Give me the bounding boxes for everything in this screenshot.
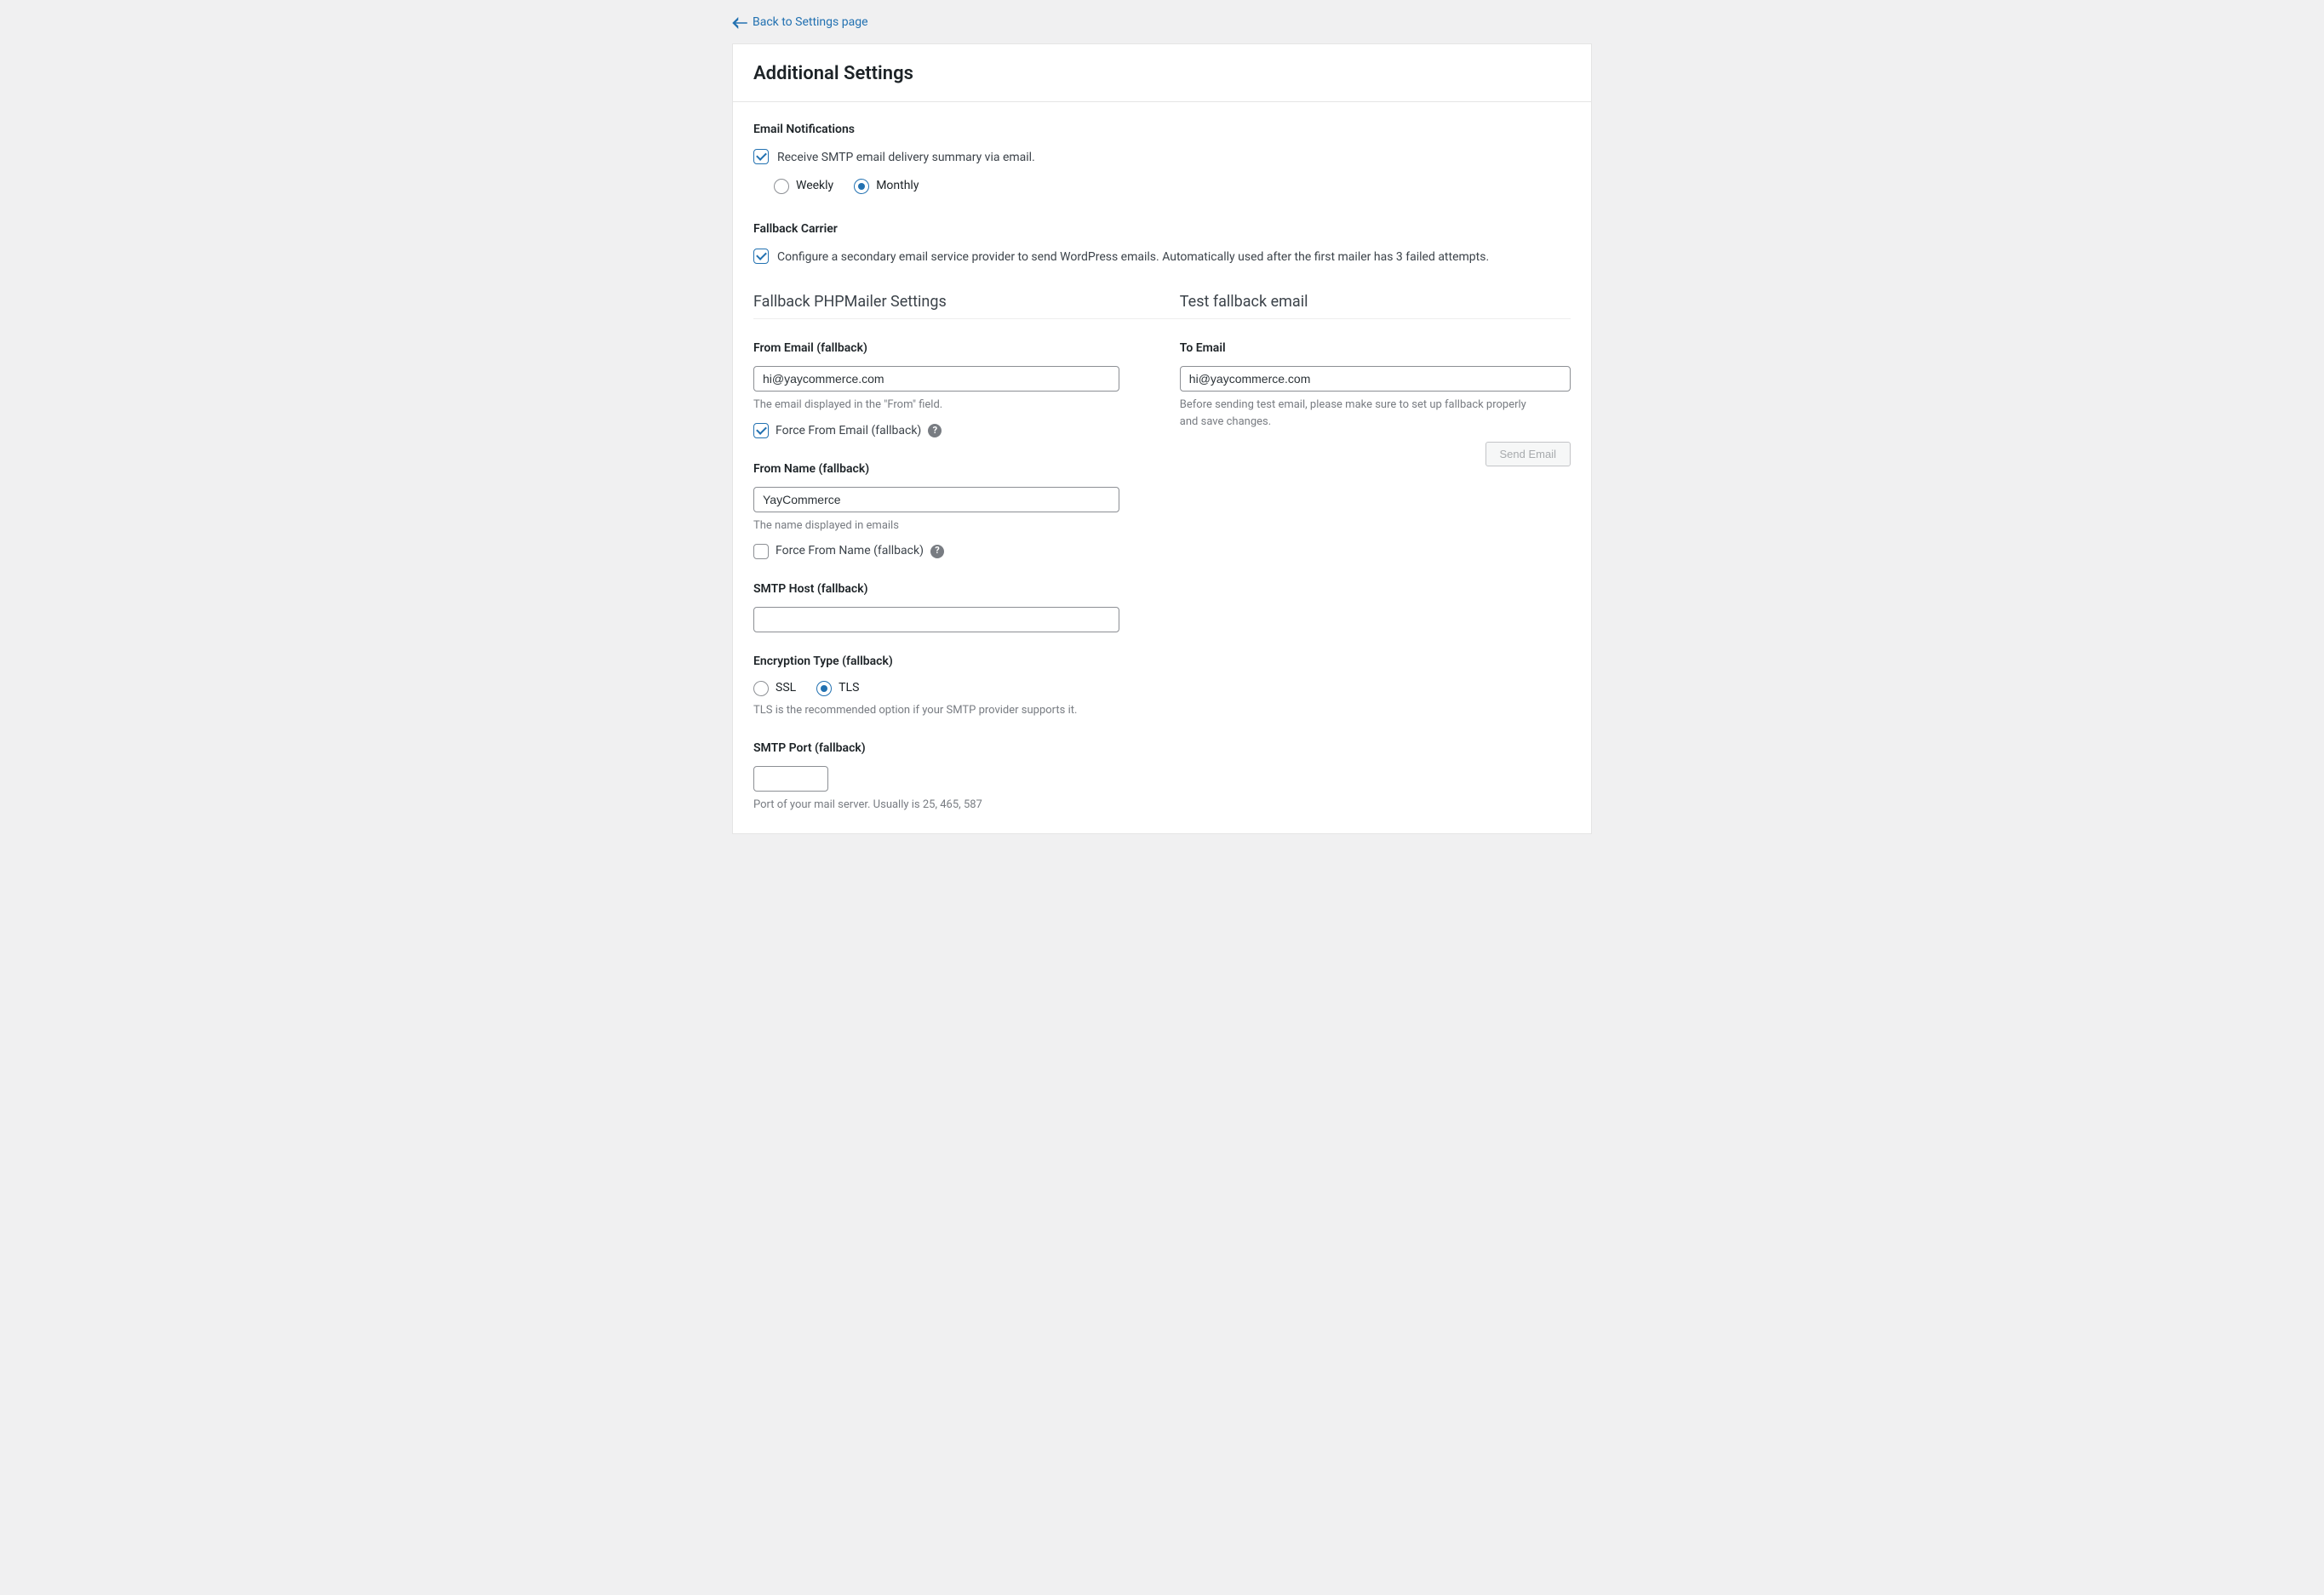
- encryption-ssl-radio[interactable]: [753, 681, 769, 696]
- fallback-enable-label: Configure a secondary email service prov…: [777, 249, 1489, 266]
- from-name-help: The name displayed in emails: [753, 517, 1146, 535]
- from-email-help: The email displayed in the "From" field.: [753, 397, 1146, 414]
- from-name-group: From Name (fallback) The name displayed …: [753, 460, 1146, 561]
- to-email-label: To Email: [1180, 340, 1571, 357]
- help-icon[interactable]: ?: [930, 545, 944, 558]
- smtp-port-group: SMTP Port (fallback) Port of your mail s…: [753, 740, 1146, 814]
- smtp-port-input[interactable]: [753, 766, 828, 792]
- frequency-monthly-label: Monthly: [876, 177, 919, 195]
- page-title: Additional Settings: [753, 60, 1571, 88]
- frequency-weekly-label: Weekly: [796, 177, 833, 195]
- fallback-heading: Fallback Carrier: [753, 220, 1571, 238]
- from-email-label: From Email (fallback): [753, 340, 1146, 357]
- encryption-ssl-label: SSL: [776, 679, 796, 697]
- force-from-email-label: Force From Email (fallback): [776, 422, 921, 440]
- fallback-enable-checkbox[interactable]: [753, 249, 769, 264]
- smtp-host-label: SMTP Host (fallback): [753, 580, 1146, 598]
- encryption-group: Encryption Type (fallback) SSL TLS T: [753, 653, 1146, 719]
- fallback-right-heading: Test fallback email: [1180, 290, 1571, 313]
- receive-summary-checkbox[interactable]: [753, 149, 769, 164]
- frequency-weekly-radio[interactable]: [774, 179, 789, 194]
- force-from-name-label: Force From Name (fallback): [776, 542, 924, 560]
- settings-panel: Additional Settings Email Notifications …: [732, 43, 1592, 834]
- frequency-monthly-radio[interactable]: [854, 179, 869, 194]
- receive-summary-label: Receive SMTP email delivery summary via …: [777, 149, 1035, 167]
- to-email-input[interactable]: [1180, 366, 1571, 392]
- encryption-help: TLS is the recommended option if your SM…: [753, 702, 1146, 719]
- back-to-settings-link[interactable]: Back to Settings page: [732, 14, 868, 31]
- from-email-input[interactable]: [753, 366, 1119, 392]
- encryption-tls-label: TLS: [839, 679, 859, 697]
- fallback-config: Fallback PHPMailer Settings Test fallbac…: [733, 283, 1591, 833]
- encryption-tls-radio[interactable]: [816, 681, 832, 696]
- smtp-host-group: SMTP Host (fallback): [753, 580, 1146, 632]
- force-from-name-checkbox[interactable]: [753, 544, 769, 559]
- fallback-carrier-section: Fallback Carrier Configure a secondary e…: [733, 212, 1591, 283]
- smtp-port-label: SMTP Port (fallback): [753, 740, 1146, 757]
- panel-header: Additional Settings: [733, 44, 1591, 102]
- test-email-help: Before sending test email, please make s…: [1180, 397, 1537, 430]
- force-from-email-checkbox[interactable]: [753, 423, 769, 438]
- back-link-text: Back to Settings page: [753, 14, 868, 31]
- fallback-left-heading: Fallback PHPMailer Settings: [753, 290, 1146, 313]
- help-icon[interactable]: ?: [928, 424, 942, 437]
- send-email-button[interactable]: Send Email: [1485, 442, 1571, 466]
- smtp-port-help: Port of your mail server. Usually is 25,…: [753, 797, 1146, 814]
- notifications-heading: Email Notifications: [753, 121, 1571, 139]
- encryption-label: Encryption Type (fallback): [753, 653, 1146, 671]
- from-name-label: From Name (fallback): [753, 460, 1146, 478]
- smtp-host-input[interactable]: [753, 607, 1119, 632]
- test-email-group: To Email Before sending test email, plea…: [1180, 340, 1571, 466]
- from-name-input[interactable]: [753, 487, 1119, 512]
- from-email-group: From Email (fallback) The email displaye…: [753, 340, 1146, 440]
- email-notifications-section: Email Notifications Receive SMTP email d…: [733, 102, 1591, 212]
- arrow-left-icon: [732, 17, 747, 29]
